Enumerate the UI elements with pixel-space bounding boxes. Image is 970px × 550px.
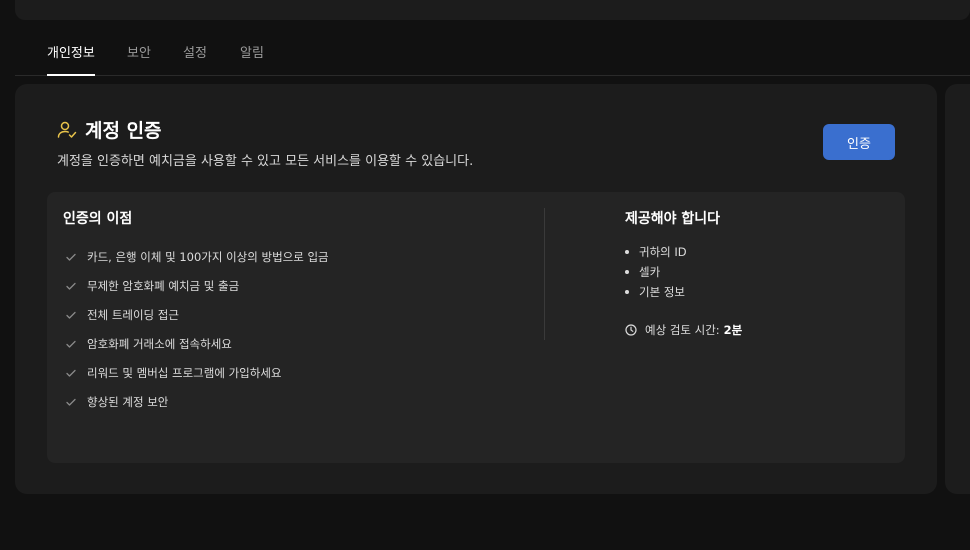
requirement-label: 귀하의 ID bbox=[639, 245, 687, 259]
check-icon bbox=[66, 340, 76, 348]
benefit-label: 리워드 및 멤버십 프로그램에 가입하세요 bbox=[87, 365, 282, 380]
list-item: 전체 트레이딩 접근 bbox=[65, 300, 329, 329]
review-time: 예상 검토 시간: 2분 bbox=[625, 322, 742, 338]
divider bbox=[544, 208, 545, 340]
check-icon bbox=[66, 369, 76, 377]
requirements-list: 귀하의 ID 셀카 기본 정보 bbox=[625, 242, 687, 302]
list-item: 암호화폐 거래소에 접속하세요 bbox=[65, 329, 329, 358]
verification-card: 계정 인증 계정을 인증하면 예치금을 사용할 수 있고 모든 서비스를 이용할… bbox=[15, 84, 937, 494]
tab-security[interactable]: 보안 bbox=[127, 42, 151, 76]
bullet-icon bbox=[625, 270, 629, 274]
list-item: 귀하의 ID bbox=[625, 242, 687, 262]
tab-notifications[interactable]: 알림 bbox=[240, 42, 264, 76]
check-icon bbox=[66, 398, 76, 406]
user-check-icon bbox=[57, 121, 77, 138]
card-header: 계정 인증 bbox=[57, 116, 162, 143]
requirement-label: 기본 정보 bbox=[639, 285, 685, 299]
bullet-icon bbox=[625, 250, 629, 254]
clock-icon bbox=[625, 324, 637, 336]
requirements-title: 제공해야 합니다 bbox=[625, 211, 721, 227]
benefit-label: 전체 트레이딩 접근 bbox=[87, 307, 179, 322]
benefit-label: 카드, 은행 이체 및 100가지 이상의 방법으로 입금 bbox=[87, 249, 329, 264]
requirement-label: 셀카 bbox=[639, 265, 661, 279]
check-icon bbox=[66, 311, 76, 319]
benefit-label: 암호화폐 거래소에 접속하세요 bbox=[87, 336, 232, 351]
tab-personal-info[interactable]: 개인정보 bbox=[47, 42, 95, 76]
review-time-value: 2분 bbox=[723, 323, 743, 337]
review-time-label: 예상 검토 시간: bbox=[645, 323, 720, 337]
benefit-label: 향상된 계정 보안 bbox=[87, 394, 169, 409]
check-icon bbox=[66, 282, 76, 290]
list-item: 카드, 은행 이체 및 100가지 이상의 방법으로 입금 bbox=[65, 242, 329, 271]
list-item: 무제한 암호화폐 예치금 및 출금 bbox=[65, 271, 329, 300]
check-icon bbox=[66, 253, 76, 261]
list-item: 기본 정보 bbox=[625, 282, 687, 302]
list-item: 향상된 계정 보안 bbox=[65, 387, 329, 416]
card-title: 계정 인증 bbox=[85, 120, 162, 142]
bullet-icon bbox=[625, 290, 629, 294]
tab-bar: 개인정보 보안 설정 알림 bbox=[15, 0, 970, 76]
benefits-title: 인증의 이점 bbox=[63, 211, 133, 227]
benefit-label: 무제한 암호화폐 예치금 및 출금 bbox=[87, 278, 240, 293]
list-item: 셀카 bbox=[625, 262, 687, 282]
card-subtitle: 계정을 인증하면 예치금을 사용할 수 있고 모든 서비스를 이용할 수 있습니… bbox=[57, 154, 474, 169]
tab-settings[interactable]: 설정 bbox=[183, 42, 207, 76]
benefits-list: 카드, 은행 이체 및 100가지 이상의 방법으로 입금 무제한 암호화폐 예… bbox=[65, 242, 329, 416]
list-item: 리워드 및 멤버십 프로그램에 가입하세요 bbox=[65, 358, 329, 387]
verification-details: 인증의 이점 카드, 은행 이체 및 100가지 이상의 방법으로 입금 무제한… bbox=[47, 192, 905, 463]
side-panel bbox=[945, 84, 970, 494]
verify-button[interactable]: 인증 bbox=[823, 124, 895, 160]
